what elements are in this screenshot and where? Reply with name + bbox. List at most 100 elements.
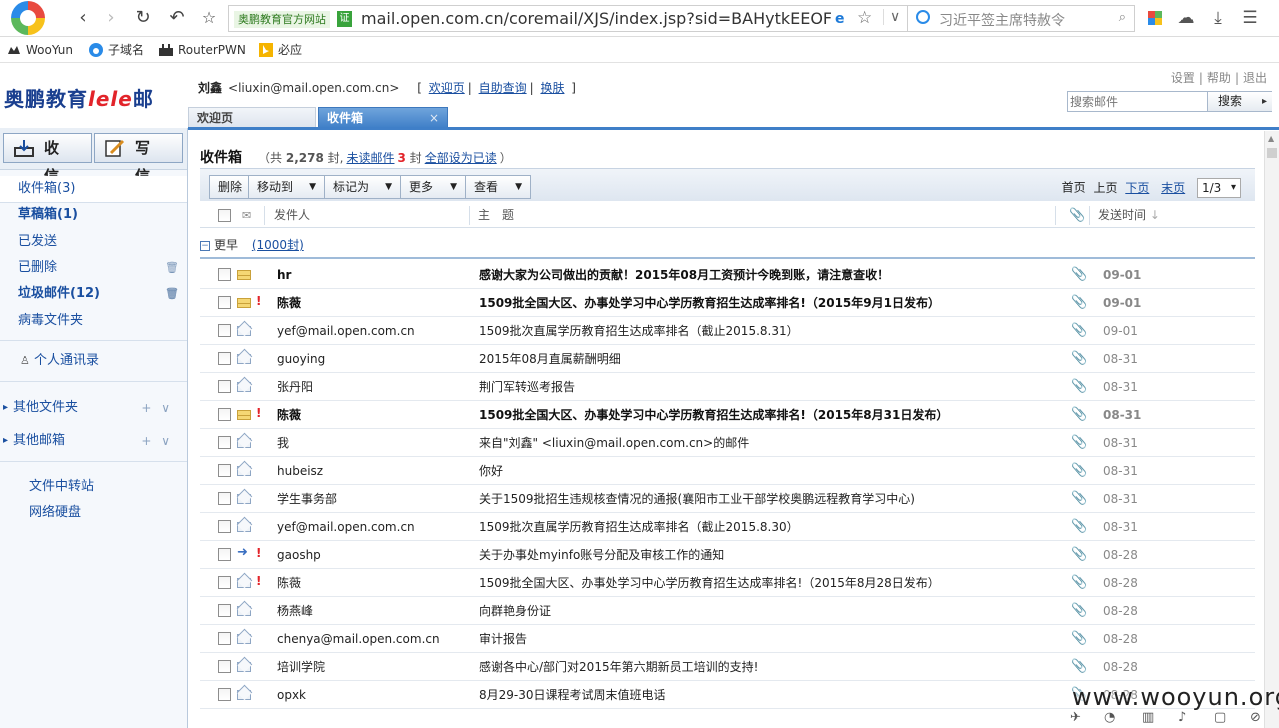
settings-link[interactable]: 设置 [1171,71,1195,85]
apps-grid-icon[interactable] [1148,11,1162,25]
mail-sender[interactable]: chenya@mail.open.com.cn [277,625,467,653]
tab-welcome[interactable]: 欢迎页 [188,107,316,128]
mail-subject[interactable]: 1509批全国大区、办事处学习中心学历教育招生达成率排名!（2015年8月28日… [479,569,1059,597]
receive-mail-button[interactable]: 收 信 [3,133,92,185]
add-mailbox-icon[interactable]: + ∨ [141,428,173,454]
browser-logo-icon[interactable] [11,1,45,35]
column-subject[interactable]: 主 题 [478,203,514,228]
close-icon[interactable]: × [429,108,439,129]
mail-sender[interactable]: 培训学院 [277,653,467,681]
window-icon[interactable]: ▢ [1214,710,1226,725]
row-checkbox[interactable] [218,268,231,281]
trash-icon[interactable]: 🗑 [165,255,179,281]
unread-mail-link[interactable]: 未读邮件 [346,151,394,165]
mail-subject[interactable]: 关于1509批招生违规核查情况的通报(襄阳市工业干部学校奥鹏远程教育学习中心) [479,485,1059,513]
mail-sender[interactable]: 陈薇 [277,289,467,317]
row-checkbox[interactable] [218,380,231,393]
mail-subject[interactable]: 感谢各中心/部门对2015年第六期新员工培训的支持! [479,653,1059,681]
row-checkbox[interactable] [218,324,231,337]
self-service-link[interactable]: 自助查询 [479,81,527,95]
mail-row[interactable]: ! gaoshp 关于办事处myinfo账号分配及审核工作的通知 📎 08-28 [200,541,1255,569]
mail-sender[interactable]: 张丹阳 [277,373,467,401]
last-page-link[interactable]: 末页 [1161,181,1185,195]
mail-sender[interactable]: yef@mail.open.com.cn [277,317,467,345]
mail-subject[interactable]: 2015年08月直属薪酬明细 [479,345,1059,373]
row-checkbox[interactable] [218,688,231,701]
zoom-icon[interactable]: ⊘ [1250,710,1261,725]
mail-subject[interactable]: 1509批全国大区、办事处学习中心学历教育招生达成率排名!（2015年8月31日… [479,401,1059,429]
mail-search-input[interactable] [1070,93,1205,110]
compose-button[interactable]: 写 信 [94,133,183,185]
mail-row[interactable]: 学生事务部 关于1509批招生违规核查情况的通报(襄阳市工业干部学校奥鹏远程教育学… [200,485,1255,513]
add-folder-icon[interactable]: + ∨ [141,395,173,421]
mail-sender[interactable]: 陈薇 [277,401,467,429]
column-sender[interactable]: 发件人 [274,203,310,228]
mail-sender[interactable]: hubeisz [277,457,467,485]
mail-row[interactable]: 我来自"刘鑫" <liuxin@mail.open.com.cn>的邮件 📎 08-… [200,429,1255,457]
trash-status-icon[interactable]: ▥ [1142,710,1154,725]
move-to-button[interactable]: 移动到 ▼ [248,175,325,199]
mail-search-button[interactable]: 搜索 [1207,92,1272,111]
select-all-checkbox[interactable] [218,209,231,222]
mail-sender[interactable]: opxk [277,681,467,709]
mail-sender[interactable]: 陈薇 [277,569,467,597]
network-disk-link[interactable]: 网络硬盘 [29,503,81,523]
volume-icon[interactable]: ♪ [1178,710,1186,725]
row-checkbox[interactable] [218,604,231,617]
mail-subject[interactable]: 1509批全国大区、办事处学习中心学历教育招生达成率排名!（2015年9月1日发… [479,289,1059,317]
mark-as-button[interactable]: 标记为 ▼ [324,175,401,199]
bookmark-bing[interactable]: 必应 [258,41,302,59]
sidebar-item-contacts[interactable]: ♙ 个人通讯录 [0,348,187,374]
url-text[interactable]: mail.open.com.cn/coremail/XJS/index.jsp?… [361,9,831,29]
sidebar-item-sent[interactable]: 已发送 [0,229,187,255]
mail-subject[interactable]: 向群艳身份证 [479,597,1059,625]
ie-mode-icon[interactable]: e [835,11,851,27]
download-icon[interactable]: ⤓ [1208,8,1228,28]
file-transfer-link[interactable]: 文件中转站 [29,477,94,497]
search-icon[interactable]: ⌕ [1119,10,1126,25]
mail-subject[interactable]: 你好 [479,457,1059,485]
forward-icon[interactable]: › [100,7,122,29]
browser-search-text[interactable]: 习近平签主席特赦令 [939,10,1065,30]
row-checkbox[interactable] [218,464,231,477]
mail-subject[interactable]: 关于办事处myinfo账号分配及审核工作的通知 [479,541,1059,569]
row-checkbox[interactable] [218,408,231,421]
mail-subject[interactable]: 荆门军转巡考报告 [479,373,1059,401]
page-select[interactable]: 1/3 [1197,178,1241,198]
browser-search-box[interactable]: 习近平签主席特赦令 ⌕ [908,5,1135,32]
row-checkbox[interactable] [218,296,231,309]
mail-sender[interactable]: yef@mail.open.com.cn [277,513,467,541]
mail-row[interactable]: 培训学院 感谢各中心/部门对2015年第六期新员工培训的支持! 📎 08-28 [200,653,1255,681]
mail-row[interactable]: yef@mail.open.com.cn 1509批次直属学历教育招生达成率排名（… [200,317,1255,345]
mail-subject[interactable]: 审计报告 [479,625,1059,653]
mail-row[interactable]: 张丹阳 荆门军转巡考报告 📎 08-31 [200,373,1255,401]
mail-row[interactable]: ! 陈薇 1509批全国大区、办事处学习中心学历教育招生达成率排名!（2015年8月… [200,401,1255,429]
row-checkbox[interactable] [218,436,231,449]
delete-button[interactable]: 删除 [209,175,249,199]
skin-link[interactable]: 换肤 [540,81,564,95]
sidebar-group-other-folders[interactable]: 其他文件夹+ ∨ [0,395,187,421]
mail-sender[interactable]: 我 [277,429,467,457]
sidebar-item-drafts[interactable]: 草稿箱(1) [0,202,187,228]
prev-page[interactable]: 上页 [1093,181,1117,195]
bookmark-wooyun[interactable]: WooYun [6,41,73,59]
address-bar[interactable]: 奥鹏教育官方网站 证 mail.open.com.cn/coremail/XJS… [228,5,908,32]
mail-subject[interactable]: 感谢大家为公司做出的贡献！2015年08月工资预计今晚到账，请注意查收！ [479,261,1059,289]
mail-row[interactable]: 杨燕峰 向群艳身份证 📎 08-28 [200,597,1255,625]
group-earlier[interactable]: − 更早 (1000封) [200,231,1255,259]
mail-sender[interactable]: gaoshp [277,541,467,569]
collapse-icon[interactable]: − [200,240,210,251]
mail-row[interactable]: hr 感谢大家为公司做出的贡献！2015年08月工资预计今晚到账，请注意查收！ 📎 0… [200,261,1255,289]
welcome-link[interactable]: 欢迎页 [429,81,465,95]
sidebar-item-virus[interactable]: 病毒文件夹 [0,308,187,334]
scroll-up-icon[interactable]: ▲ [1268,134,1274,143]
mail-subject[interactable]: 8月29-30日课程考试周末值班电话 [479,681,1059,709]
mail-subject[interactable]: 1509批次直属学历教育招生达成率排名（截止2015.8.31） [479,317,1059,345]
favorite-star-icon[interactable]: ☆ [857,8,872,28]
mail-row[interactable]: guoying 2015年08月直属薪酬明细 📎 08-31 [200,345,1255,373]
scrollbar[interactable]: ▲ [1264,131,1279,728]
row-checkbox[interactable] [218,520,231,533]
more-button[interactable]: 更多 ▼ [400,175,466,199]
group-count[interactable]: (1000封) [252,238,304,252]
back-icon[interactable]: ‹ [72,7,94,29]
